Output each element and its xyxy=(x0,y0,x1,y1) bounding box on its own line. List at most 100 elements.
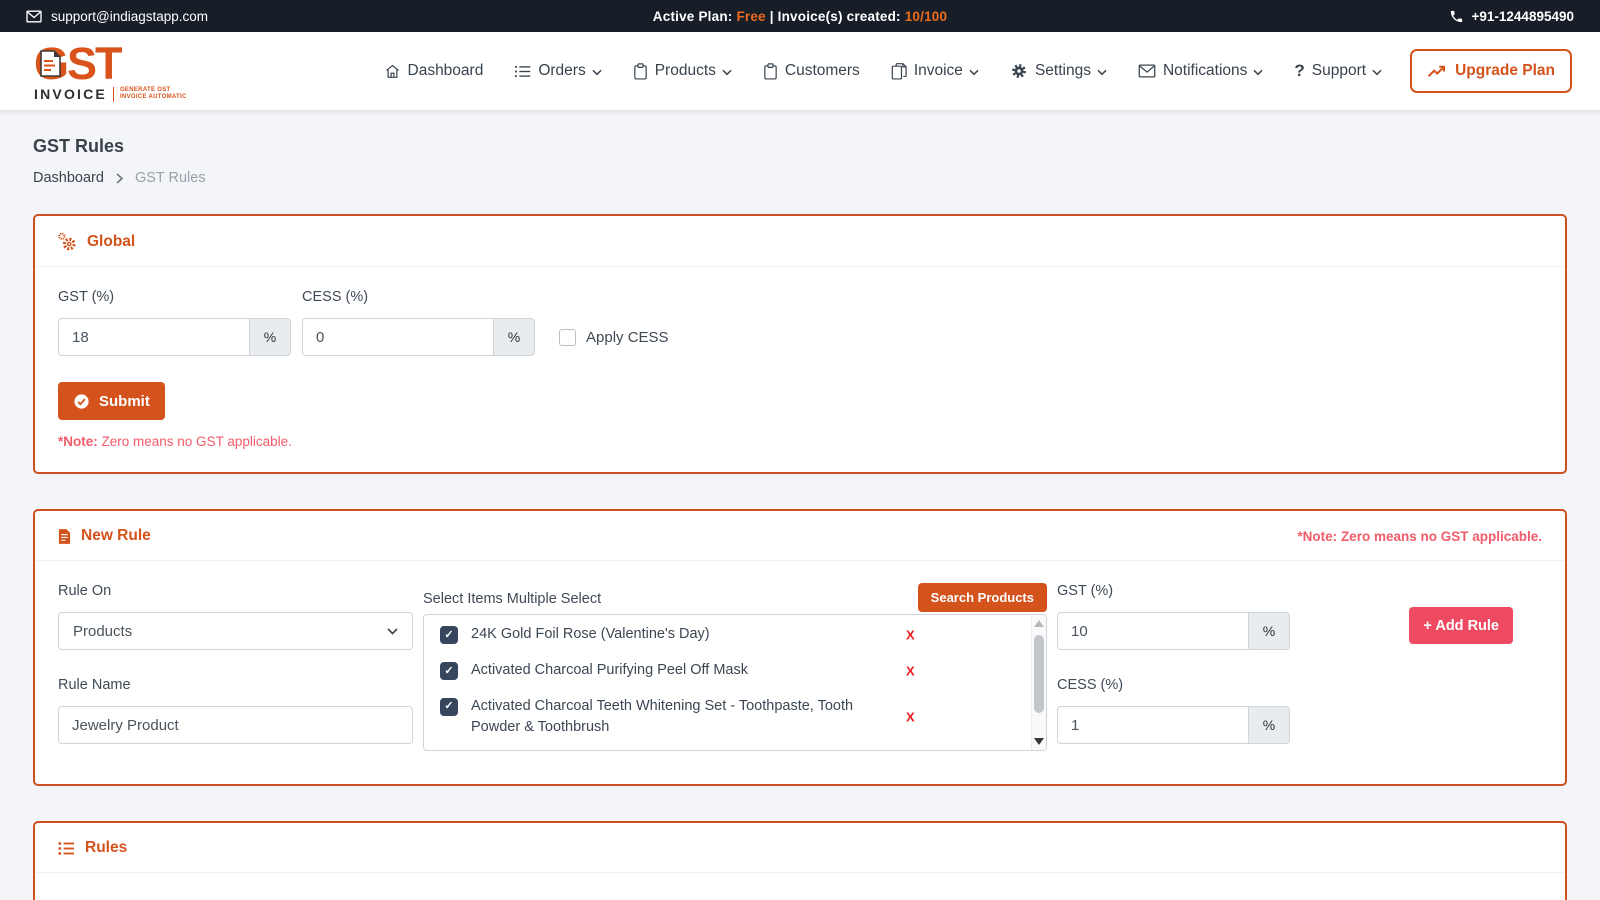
product-option[interactable]: Activated Charcoal Purifying Peel Off Ma… xyxy=(424,653,1031,689)
chevron-down-icon xyxy=(722,69,732,76)
apply-cess-field[interactable]: Apply CESS xyxy=(559,329,669,346)
upgrade-plan-label: Upgrade Plan xyxy=(1455,62,1555,80)
scrollbar-up-icon[interactable] xyxy=(1034,620,1044,627)
checked-checkbox-icon[interactable] xyxy=(440,626,458,644)
file-invoice-icon xyxy=(58,528,71,545)
global-gst-input[interactable] xyxy=(58,318,249,356)
rules-card-header: Rules xyxy=(35,823,1565,873)
remove-product-button[interactable]: X xyxy=(906,625,915,645)
product-option-label: Activated Charcoal Purifying Peel Off Ma… xyxy=(471,660,883,682)
support-phone-text: +91-1244895490 xyxy=(1472,9,1574,24)
upgrade-plan-button[interactable]: Upgrade Plan xyxy=(1410,49,1572,93)
remove-product-button[interactable]: X xyxy=(906,661,915,681)
rules-card: Rules Rule NameRule OnProducts / Collect… xyxy=(33,821,1567,900)
product-multiselect: 24K Gold Foil Rose (Valentine's Day) X Act… xyxy=(423,614,1047,751)
support-phone: +91-1244895490 xyxy=(1449,9,1574,24)
percent-icon: % xyxy=(1248,706,1290,744)
logo-document-icon xyxy=(40,50,61,81)
scrollbar-thumb[interactable] xyxy=(1034,635,1044,713)
rule-on-select[interactable]: Products xyxy=(58,612,413,650)
product-option[interactable]: Anti-Snoring DeviceX xyxy=(424,746,1031,751)
product-multiselect-items: 24K Gold Foil Rose (Valentine's Day) X Act… xyxy=(424,617,1031,751)
clipboard-icon xyxy=(763,63,778,80)
plan-label: Active Plan: xyxy=(653,9,733,24)
product-option-label: Activated Charcoal Teeth Whitening Set -… xyxy=(471,696,883,740)
new-rule-card-body: Rule On Products Rule Name Select Items … xyxy=(35,561,1565,784)
chevron-down-icon xyxy=(1253,69,1263,76)
invoices-label: Invoice(s) created: xyxy=(778,9,901,24)
product-option[interactable]: Activated Charcoal Teeth Whitening Set -… xyxy=(424,689,1031,747)
global-gst-label: GST (%) xyxy=(58,290,291,305)
invoices-count: 10/100 xyxy=(905,9,948,24)
breadcrumb-dashboard-link[interactable]: Dashboard xyxy=(33,170,104,186)
check-circle-icon xyxy=(73,393,90,410)
logo-divider xyxy=(113,87,114,102)
chevron-down-icon xyxy=(592,69,602,76)
new-rule-note: *Note: Zero means no GST applicable. xyxy=(1297,529,1542,544)
percent-icon: % xyxy=(249,318,291,356)
cogs-icon xyxy=(58,232,77,251)
nav-item-label: Settings xyxy=(1035,62,1091,80)
nav-item-customers[interactable]: Customers xyxy=(763,62,860,80)
nav-item-settings[interactable]: Settings xyxy=(1010,62,1107,80)
new-rule-card: New Rule *Note: Zero means no GST applic… xyxy=(33,509,1567,786)
plan-value: Free xyxy=(736,9,765,24)
nav-item-label: Notifications xyxy=(1163,62,1247,80)
rules-card-body: Rule NameRule OnProducts / CollectionsGS… xyxy=(35,873,1565,900)
percent-icon: % xyxy=(493,318,535,356)
global-cess-field: CESS (%) % xyxy=(302,290,535,356)
nav-menu: Dashboard Orders Products Customers Invoice S… xyxy=(384,61,1383,81)
apply-cess-checkbox[interactable] xyxy=(559,329,576,346)
scrollbar-down-icon[interactable] xyxy=(1034,738,1044,745)
rule-cess-label: CESS (%) xyxy=(1057,678,1290,693)
nav-item-label: Support xyxy=(1312,62,1366,80)
select-items-column: Select Items Multiple Select Search Prod… xyxy=(423,584,1047,751)
envelope-icon xyxy=(1138,64,1156,78)
nav-item-orders[interactable]: Orders xyxy=(514,62,601,80)
rule-gst-label: GST (%) xyxy=(1057,584,1290,599)
product-option[interactable]: 24K Gold Foil Rose (Valentine's Day) X xyxy=(424,617,1031,653)
logo-tagline: GENERATE GST INVOICE AUTOMATIC xyxy=(120,87,187,102)
topbar: support@indiagstapp.com Active Plan: Fre… xyxy=(0,0,1600,32)
checked-checkbox-icon[interactable] xyxy=(440,662,458,680)
nav-item-dashboard[interactable]: Dashboard xyxy=(384,62,484,80)
chevron-down-icon xyxy=(969,69,979,76)
percent-icon: % xyxy=(1248,612,1290,650)
rule-cess-input[interactable] xyxy=(1057,706,1248,744)
rule-name-label: Rule Name xyxy=(58,678,413,693)
gear-icon xyxy=(1010,62,1028,80)
nav-item-label: Products xyxy=(655,62,716,80)
global-note: *Note: Zero means no GST applicable. xyxy=(58,434,1542,449)
remove-product-button[interactable]: X xyxy=(906,708,915,728)
rule-gst-input[interactable] xyxy=(1057,612,1248,650)
breadcrumb: Dashboard GST Rules xyxy=(33,170,1567,186)
checked-checkbox-icon[interactable] xyxy=(440,698,458,716)
question-icon: ? xyxy=(1294,61,1304,81)
list-icon xyxy=(514,64,531,79)
page-title: GST Rules xyxy=(33,136,1567,157)
nav-item-support[interactable]: ? Support xyxy=(1294,61,1382,81)
support-email-text: support@indiagstapp.com xyxy=(51,9,208,24)
product-option-label: 24K Gold Foil Rose (Valentine's Day) xyxy=(471,624,883,646)
chevron-down-icon xyxy=(387,628,398,635)
rule-name-input[interactable] xyxy=(58,706,413,744)
rule-on-selected-value: Products xyxy=(73,623,132,640)
search-products-button[interactable]: Search Products xyxy=(918,583,1047,612)
nav-item-invoice[interactable]: Invoice xyxy=(891,62,979,80)
envelope-icon xyxy=(26,10,42,23)
support-email: support@indiagstapp.com xyxy=(26,9,208,24)
nav-item-products[interactable]: Products xyxy=(633,62,732,80)
logo-sub-text: INVOICE xyxy=(34,87,107,101)
global-card-title: Global xyxy=(87,233,135,251)
submit-button[interactable]: Submit xyxy=(58,382,165,420)
main-content: GST Rules Dashboard GST Rules Global GST… xyxy=(0,136,1600,900)
nav-item-notifications[interactable]: Notifications xyxy=(1138,62,1263,80)
plan-status: Active Plan: Free | Invoice(s) created: … xyxy=(0,9,1600,24)
global-cess-input[interactable] xyxy=(302,318,493,356)
clipboard-icon xyxy=(633,63,648,80)
add-rule-button[interactable]: + Add Rule xyxy=(1409,607,1513,644)
scrollbar[interactable] xyxy=(1031,615,1046,750)
new-rule-card-header: New Rule *Note: Zero means no GST applic… xyxy=(35,511,1565,561)
app-logo[interactable]: GST INVOICE GENERATE GST INVOICE AUTOMAT… xyxy=(28,41,187,102)
navbar: GST INVOICE GENERATE GST INVOICE AUTOMAT… xyxy=(0,32,1600,110)
